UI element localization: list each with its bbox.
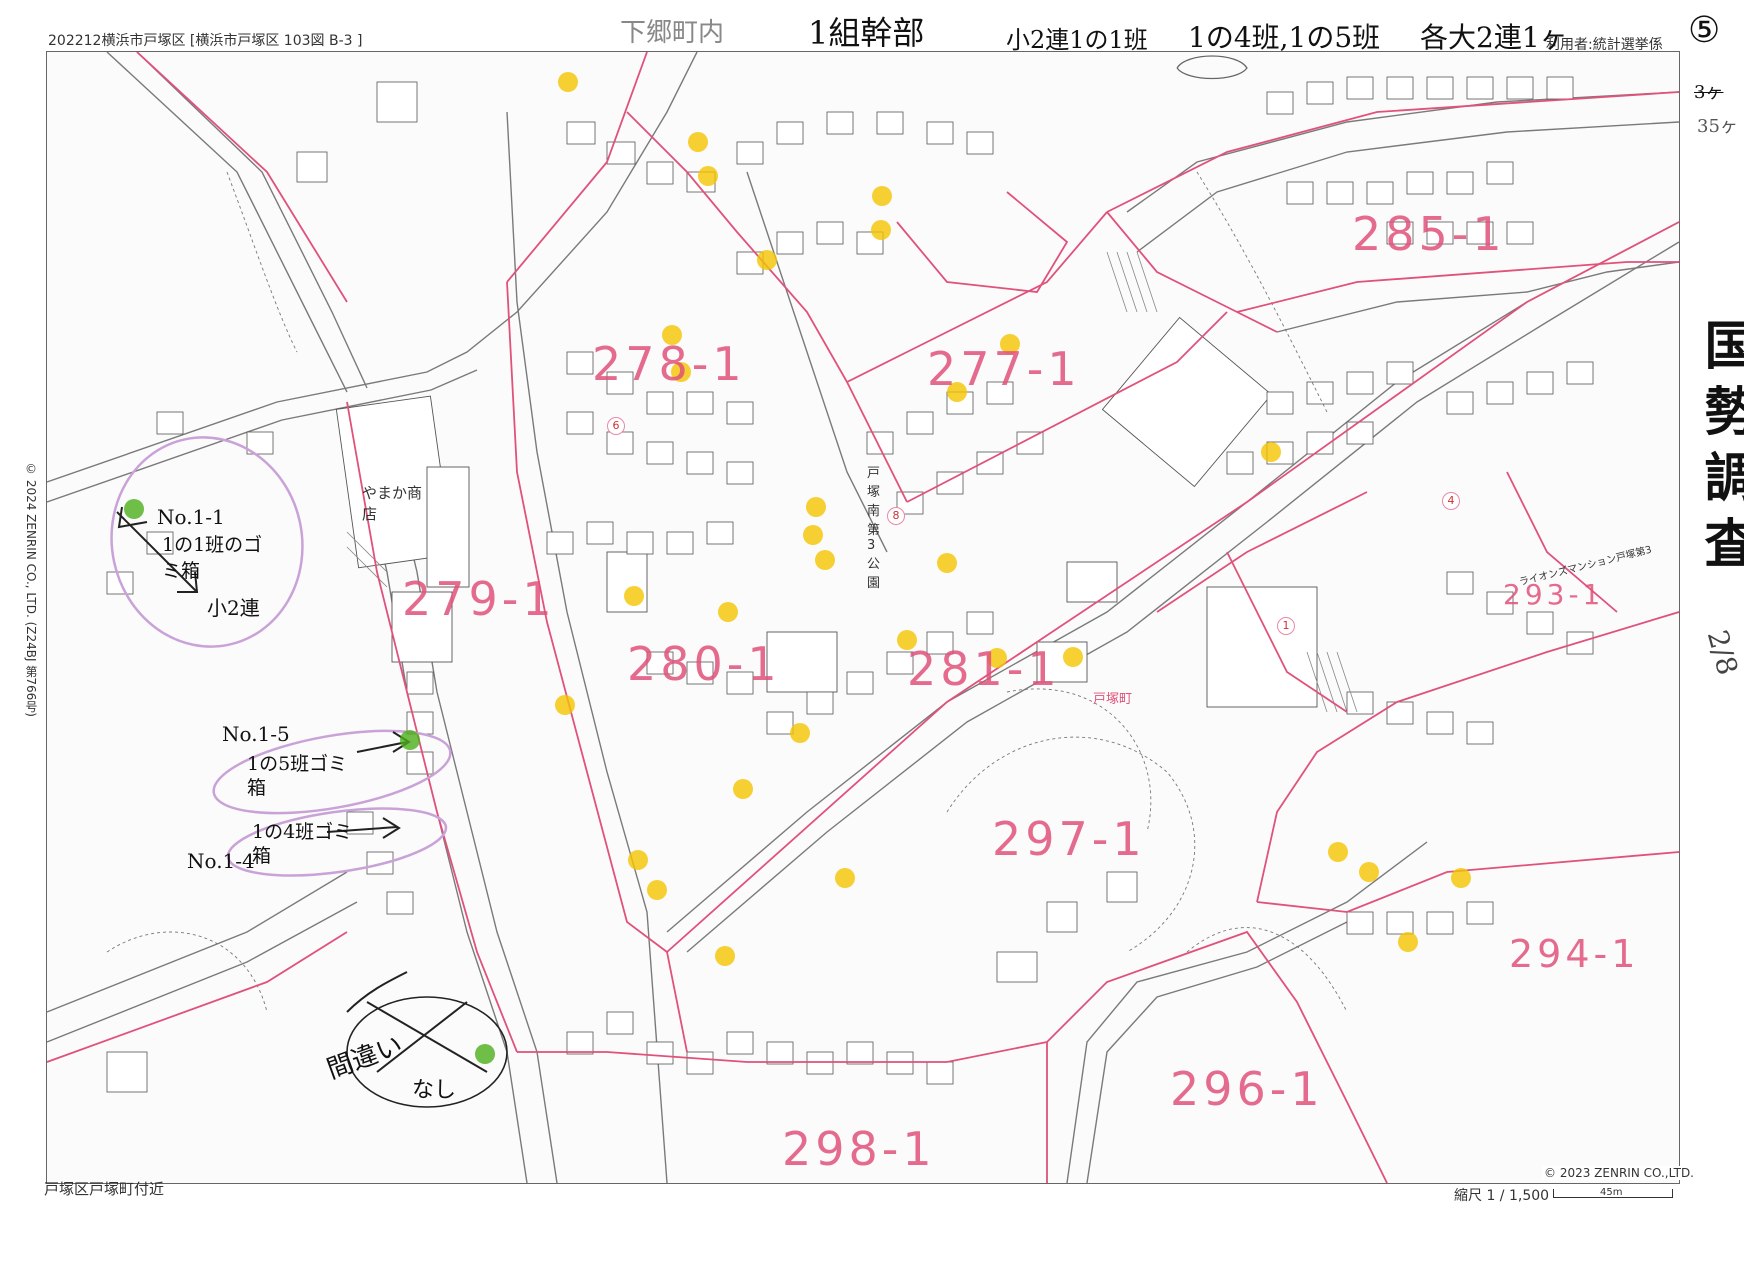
boundary [1256, 611, 1679, 903]
note-census: 国勢調査 [1695, 318, 1744, 582]
note-sheet-number: ⑤ [1688, 10, 1721, 51]
note-no-1-4: No.1-4 [187, 849, 255, 873]
yellow-marker [555, 695, 575, 715]
district-281-1: 281-1 [907, 642, 1061, 696]
map-frame: 278-1 277-1 279-1 280-1 281-1 285-1 293-… [46, 51, 1680, 1184]
district-293-1: 293-1 [1503, 578, 1605, 611]
yellow-marker [835, 868, 855, 888]
boundary [896, 191, 1069, 293]
note-top-5: 各大2連1ヶ [1420, 21, 1568, 54]
park-label: 戸塚南第3公園 [867, 466, 881, 591]
yellow-marker [1328, 842, 1348, 862]
district-297-1: 297-1 [992, 812, 1146, 866]
road [1086, 916, 1358, 1183]
district-285-1: 285-1 [1352, 207, 1506, 261]
yellow-marker [815, 550, 835, 570]
scale-length: 45m [1600, 1187, 1623, 1198]
note-top-3: 小2連1の1班 [1006, 26, 1148, 54]
district-280-1: 280-1 [627, 637, 781, 691]
note-top-4: 1の4班,1の5班 [1188, 21, 1381, 54]
badge: 8 [887, 507, 905, 525]
green-marker [400, 730, 420, 750]
yellow-marker [733, 779, 753, 799]
yellow-marker [803, 525, 823, 545]
note-no-1-5: No.1-5 [222, 722, 290, 746]
yellow-marker [647, 880, 667, 900]
road [106, 52, 348, 393]
yellow-marker [1451, 868, 1471, 888]
yellow-marker [757, 250, 777, 270]
district-278-1: 278-1 [592, 337, 746, 391]
note-small-2: 小2連 [207, 596, 260, 620]
note-date: 2/8 [1700, 626, 1744, 679]
district-294-1: 294-1 [1509, 932, 1640, 976]
boundary [1106, 211, 1278, 333]
note-no-1-1: No.1-1 [157, 505, 225, 529]
note-count-2: 35ヶ [1697, 116, 1738, 137]
store-label: やまか商店 [362, 484, 423, 523]
note-top-2: 1組幹部 [808, 14, 925, 52]
note-count-1: 3ヶ [1694, 82, 1724, 103]
yellow-marker [718, 602, 738, 622]
district-296-1: 296-1 [1170, 1062, 1324, 1116]
road [47, 901, 358, 1043]
yellow-marker [1398, 932, 1418, 952]
road [136, 52, 368, 389]
yellow-marker [790, 723, 810, 743]
scale-label: 縮尺 1 / 1,500 [1454, 1188, 1550, 1204]
yellow-marker [558, 72, 578, 92]
boundary [666, 951, 688, 1053]
green-marker [124, 499, 144, 519]
badge: 6 [607, 417, 625, 435]
boundary [1046, 930, 1388, 1183]
yellow-marker [937, 553, 957, 573]
green-marker [475, 1044, 495, 1064]
sheet-title: 202212横浜市戸塚区 [横浜市戸塚区 103図 B-3 ] [48, 33, 363, 49]
yellow-marker [624, 586, 644, 606]
yellow-marker [1261, 442, 1281, 462]
note-none: なし [412, 1078, 457, 1103]
note-group-1-4: 1の4班ゴミ箱 [252, 821, 353, 867]
district-277-1: 277-1 [927, 342, 1081, 396]
boundary [1236, 261, 1679, 313]
yellow-marker [688, 132, 708, 152]
yellow-marker [698, 166, 718, 186]
yellow-marker [1359, 862, 1379, 882]
boundary [506, 52, 648, 283]
yellow-marker [1063, 647, 1083, 667]
yellow-marker [806, 497, 826, 517]
road [47, 871, 348, 1013]
badge: 1 [1277, 617, 1295, 635]
yellow-marker [628, 850, 648, 870]
side-copyright: © 2024 ZENRIN CO., LTD. (Z24BJ 第766号) [24, 462, 38, 717]
yellow-marker [871, 220, 891, 240]
town-label: 戸塚町 [1093, 692, 1133, 707]
note-group-1-5: 1の5班ゴミ箱 [247, 753, 348, 799]
district-298-1: 298-1 [782, 1122, 936, 1176]
note-top-1: 下郷町内 [620, 18, 725, 48]
yellow-marker [715, 946, 735, 966]
district-279-1: 279-1 [402, 572, 556, 626]
badge: 4 [1442, 492, 1460, 510]
yellow-marker [872, 186, 892, 206]
note-group-1-1: 1の1班のゴミ箱 [162, 534, 263, 582]
map-copyright: © 2023 ZENRIN CO.,LTD. [1542, 1166, 1696, 1180]
area-label: 戸塚区戸塚町付近 [44, 1180, 165, 1198]
